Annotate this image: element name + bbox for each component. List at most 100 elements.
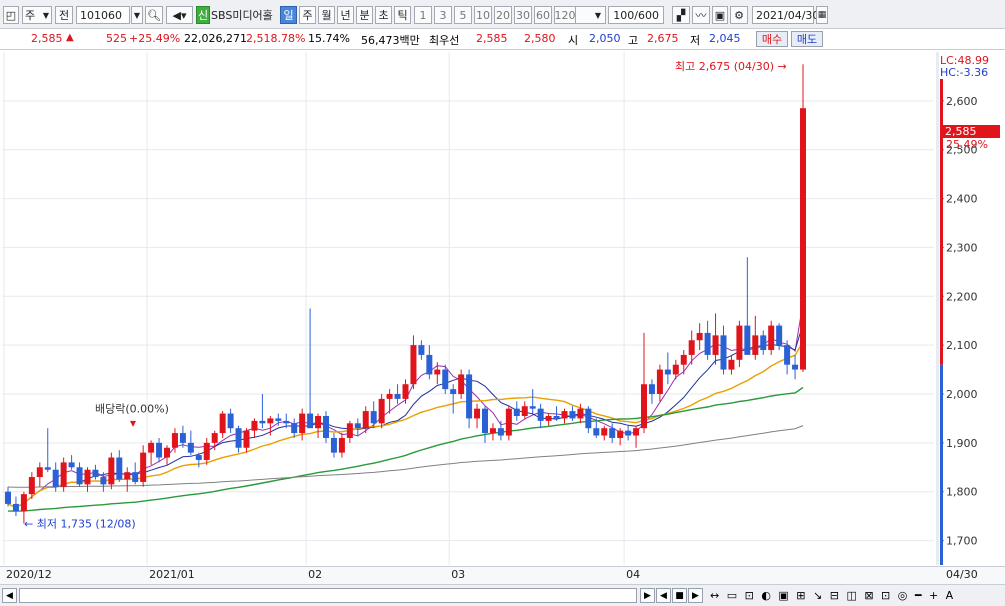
candle-body — [617, 430, 624, 438]
range-bar-down — [940, 364, 943, 565]
turnover: 15.74% — [308, 32, 350, 45]
candle-body — [513, 408, 520, 416]
save-icon[interactable]: ▣ — [712, 6, 728, 24]
interval-button-120[interactable]: 120 — [554, 6, 576, 24]
candle-body — [744, 325, 751, 355]
current-price: 2,585 — [31, 32, 63, 45]
candle-body — [585, 408, 592, 429]
play-icon[interactable]: ▶ — [688, 588, 703, 603]
period-tab-6[interactable]: 틱 — [394, 6, 411, 24]
period-tab-5[interactable]: 초 — [375, 6, 392, 24]
sell-button[interactable]: 매도 — [791, 31, 823, 47]
high-label: 고 — [628, 34, 639, 47]
candle-body — [577, 408, 584, 419]
candle-body — [195, 455, 202, 460]
candle-body — [370, 411, 377, 424]
candle-body — [203, 442, 210, 460]
candle-body — [291, 423, 298, 434]
candlestick-chart[interactable]: 최고 2,675 (04/30) → ← 최저 1,735 (12/08) 배당락(… — [2, 52, 934, 565]
candle-body — [450, 389, 457, 394]
candle-body — [140, 452, 147, 482]
chevron-down-icon[interactable]: ▼ — [131, 6, 143, 24]
time-axis: 04/30 2020/12 2021/01 02 03 04 — [0, 566, 1005, 584]
candle-body — [267, 418, 274, 424]
interval-button-60[interactable]: 60 — [534, 6, 552, 24]
candle-body — [12, 503, 19, 512]
interval-button-5[interactable]: 5 — [454, 6, 472, 24]
candle-body — [36, 467, 43, 478]
calendar-icon[interactable]: ▦ — [816, 6, 828, 24]
bid-price: 2,580 — [524, 32, 556, 45]
candle-body — [394, 394, 401, 399]
x-label: 04 — [626, 568, 641, 581]
period-button[interactable]: 전 — [55, 6, 73, 24]
stop-icon[interactable]: ■ — [672, 588, 687, 603]
candle-body — [521, 406, 528, 416]
interval-button-1[interactable]: 1 — [414, 6, 432, 24]
candle-body — [426, 354, 433, 375]
candle-body — [482, 408, 488, 434]
candle-body — [792, 364, 799, 370]
candle-body — [386, 394, 393, 399]
period-tab-2[interactable]: 월 — [318, 6, 335, 24]
candle-body — [505, 408, 512, 436]
candle-body — [712, 335, 719, 355]
chart-scrollbar[interactable]: ◀ ▶ ◀ ■ ▶ ↔ ▭ ⊡ ◐ ▣ ⊞ ↘ ⊟ ◫ ⊠ ⊡ ◎ ━ + A — [0, 584, 1005, 606]
candle-type-icon[interactable]: ▞ — [672, 6, 690, 24]
up-arrow-icon: ▲ — [66, 32, 74, 43]
scroll-left-icon[interactable]: ◀ — [2, 588, 17, 603]
price-change-pct: +25.49% — [129, 32, 181, 45]
candle-body — [378, 398, 385, 424]
range-bar-up — [940, 64, 943, 365]
candle-body — [704, 332, 711, 355]
candle-body — [156, 442, 163, 458]
buy-button[interactable]: 매수 — [756, 31, 788, 47]
period-tab-3[interactable]: 년 — [337, 6, 354, 24]
y-tick-label: 1,800 — [946, 486, 978, 499]
market-select[interactable]: 주 ▼ — [22, 6, 52, 24]
legend-hc: HC:-3.36 — [940, 66, 989, 79]
candle-body — [656, 369, 663, 394]
high-annotation: 최고 2,675 (04/30) → — [675, 60, 787, 73]
candle-body — [148, 442, 155, 453]
count-input[interactable]: 100/600 — [608, 6, 664, 24]
candle-body — [402, 384, 409, 399]
period-tab-0[interactable]: 일 — [280, 6, 297, 24]
date-input[interactable]: 2021/04/30 — [752, 6, 819, 24]
interval-button-30[interactable]: 30 — [514, 6, 532, 24]
candle-body — [776, 325, 783, 346]
speaker-icon[interactable]: ◀▾ — [166, 6, 193, 24]
candle-body — [641, 384, 647, 429]
candle-body — [362, 411, 369, 429]
period-tab-1[interactable]: 주 — [299, 6, 316, 24]
interval-button-3[interactable]: 3 — [434, 6, 452, 24]
y-tick-label: 2,400 — [946, 193, 978, 206]
scroll-right-icon[interactable]: ▶ — [640, 588, 655, 603]
search-icon[interactable]: 🔍︎ — [145, 6, 163, 24]
candle-body — [553, 415, 560, 419]
x-label: 03 — [451, 568, 466, 581]
volume-ratio: 2,518.78% — [246, 32, 306, 45]
best-quote-label: 최우선 — [429, 34, 460, 47]
y-tick-label: 1,700 — [946, 535, 978, 548]
period-tab-4[interactable]: 분 — [356, 6, 373, 24]
code-input[interactable]: 101060 — [76, 6, 130, 24]
play-back-icon[interactable]: ◀ — [656, 588, 671, 603]
candle-body — [68, 462, 75, 468]
scroll-thumb[interactable] — [19, 588, 637, 603]
candle-body — [569, 411, 576, 419]
candle-body — [211, 433, 218, 443]
candle-body — [458, 374, 465, 394]
interval-button-20[interactable]: 20 — [494, 6, 512, 24]
x-label: 02 — [308, 568, 323, 581]
line-type-icon[interactable]: 〰 — [692, 6, 710, 24]
window-icon[interactable]: ◰ — [3, 6, 19, 24]
candle-body — [259, 420, 266, 424]
gear-icon[interactable]: ⚙ — [730, 6, 748, 24]
candle-body — [76, 467, 83, 485]
current-pct-tag: 25.49% — [946, 138, 988, 151]
zoom-tools[interactable]: ↔ ▭ ⊡ ◐ ▣ ⊞ ↘ ⊟ ◫ ⊠ ⊡ ◎ ━ + A — [710, 589, 955, 602]
y-tick-label: 2,300 — [946, 241, 978, 254]
interval-button-10[interactable]: 10 — [474, 6, 492, 24]
chevron-down-icon: ▼ — [42, 10, 49, 20]
